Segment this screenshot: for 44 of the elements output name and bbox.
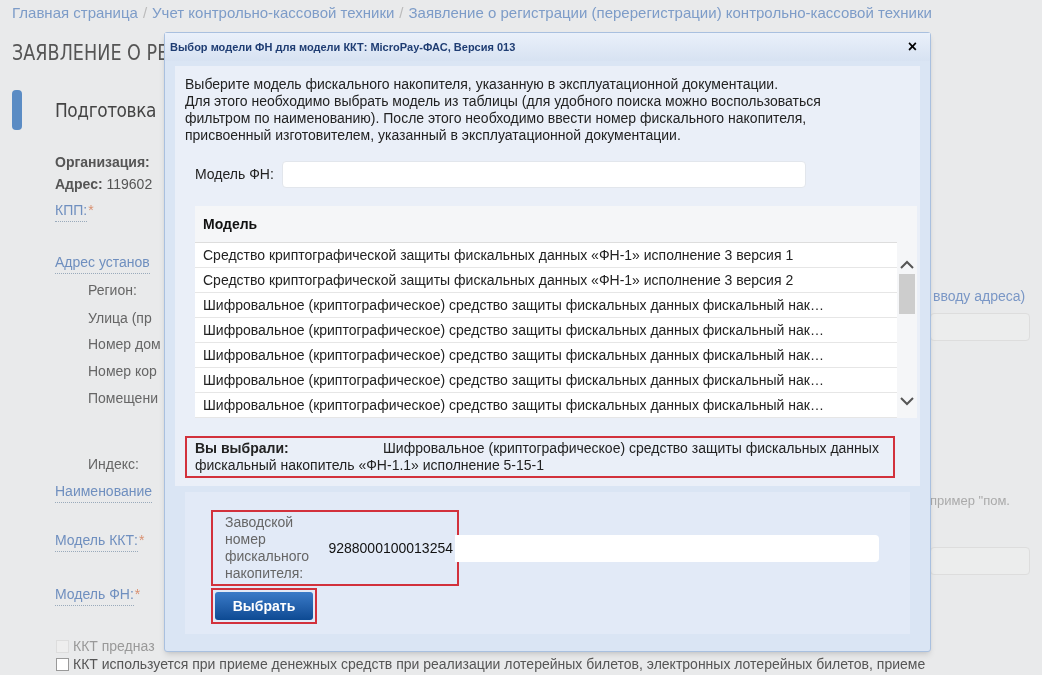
address-text: Адрес: 119602 (55, 175, 153, 194)
table-row[interactable]: Шифровальное (криптографическое) средство защиты фискальных данных фискальный нак… (195, 393, 897, 418)
section-heading: Подготовка (55, 97, 157, 124)
scrollbar[interactable] (897, 206, 917, 418)
breadcrumb-separator: / (142, 3, 148, 24)
instruction-text: Для этого необходимо выбрать модель из таблицы (для удобного поиска можно воспользоваться фильтром по наименованию). После этого необходимо ввести номер фискального накопителя, присвоенный изготовителем, указанный в эксплуатационной документации. (185, 93, 822, 144)
scroll-thumb[interactable] (899, 274, 915, 314)
table-row[interactable]: Шифровальное (криптографическое) средство защиты фискальных данных фискальный нак… (195, 368, 897, 393)
table-row[interactable]: Шифровальное (криптографическое) средство защиты фискальных данных фискальный нак… (195, 343, 897, 368)
serial-label: Заводской номер фискального накопителя: (225, 514, 311, 582)
instruction-text: Выберите модель фискального накопителя, указанную в эксплуатационной документации. (185, 76, 780, 93)
field-label: Организация: (55, 153, 150, 172)
close-button[interactable]: × (907, 39, 917, 55)
hint-text: пример "пом. (930, 492, 1011, 510)
field-label: Индекс: (88, 455, 139, 474)
serial-field[interactable] (455, 534, 879, 562)
column-header: Модель (195, 206, 897, 243)
checkbox-label: ККТ используется при приеме денежных средств при реализации лотерейных билетов, электронных лотерейных билетов, приеме (73, 655, 926, 674)
select-button[interactable]: Выбрать (215, 592, 313, 620)
checkbox[interactable] (56, 658, 69, 671)
table-row[interactable]: Средство криптографической защиты фискальных данных «ФН-1» исполнение 3 версия 1 (195, 243, 897, 268)
selection-text: Вы выбрали: Шифровальное (криптографическое) средство защиты фискальных данных фискальный накопитель «ФН-1.1» исполнение 5-15-1 (195, 440, 880, 474)
breadcrumb-separator: / (399, 3, 404, 24)
required-mark: * (134, 585, 141, 604)
required-mark: * (88, 201, 94, 220)
input-field[interactable] (930, 546, 1030, 575)
filter-label: Модель ФН: (195, 165, 274, 184)
field-label: Номер дом (88, 335, 161, 354)
dialog-title: Выбор модели ФН для модели ККТ: MicroPay-ФАС, Версия 013 (170, 39, 516, 55)
field-label: Помещени (88, 389, 158, 408)
scroll-up-icon[interactable] (900, 260, 914, 269)
field-label: Улица (пр (88, 309, 152, 328)
field-label: Регион: (88, 281, 137, 300)
checkbox-label: ККТ предназ (73, 637, 155, 656)
field-label: Номер кор (88, 362, 157, 381)
section-marker (12, 90, 22, 130)
table-row[interactable]: Шифровальное (криптографическое) средство защиты фискальных данных фискальный нак… (195, 293, 897, 318)
serial-value: 9288000100013254 (328, 538, 453, 558)
table-row[interactable]: Шифровальное (криптографическое) средство защиты фискальных данных фискальный нак… (195, 318, 897, 343)
model-filter-field[interactable] (281, 161, 806, 188)
required-mark: * (138, 531, 145, 550)
input-field[interactable] (930, 313, 1030, 341)
scroll-down-icon[interactable] (900, 397, 914, 406)
table-row[interactable]: Средство криптографической защиты фискальных данных «ФН-1» исполнение 3 версия 2 (195, 268, 897, 293)
